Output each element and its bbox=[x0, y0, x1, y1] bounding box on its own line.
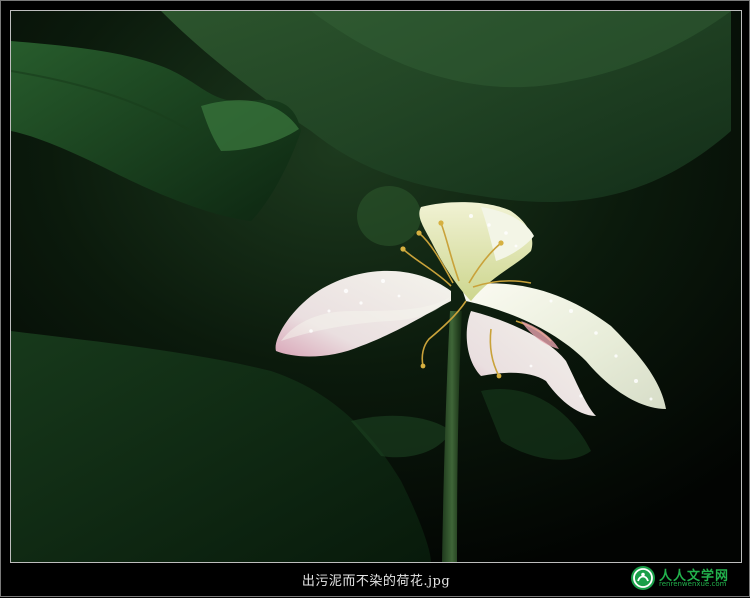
logo-emblem-icon bbox=[631, 566, 655, 590]
caption-bar: 出污泥而不染的荷花.jpg 人人文学网 renrenwenxue.com bbox=[1, 562, 750, 598]
photo-frame: 出污泥而不染的荷花.jpg 人人文学网 renrenwenxue.com bbox=[0, 0, 750, 597]
photo-border bbox=[10, 10, 742, 563]
logo-url: renrenwenxue.com bbox=[659, 580, 727, 588]
lotus-photo bbox=[11, 11, 741, 562]
site-logo[interactable]: 人人文学网 renrenwenxue.com bbox=[631, 564, 741, 592]
